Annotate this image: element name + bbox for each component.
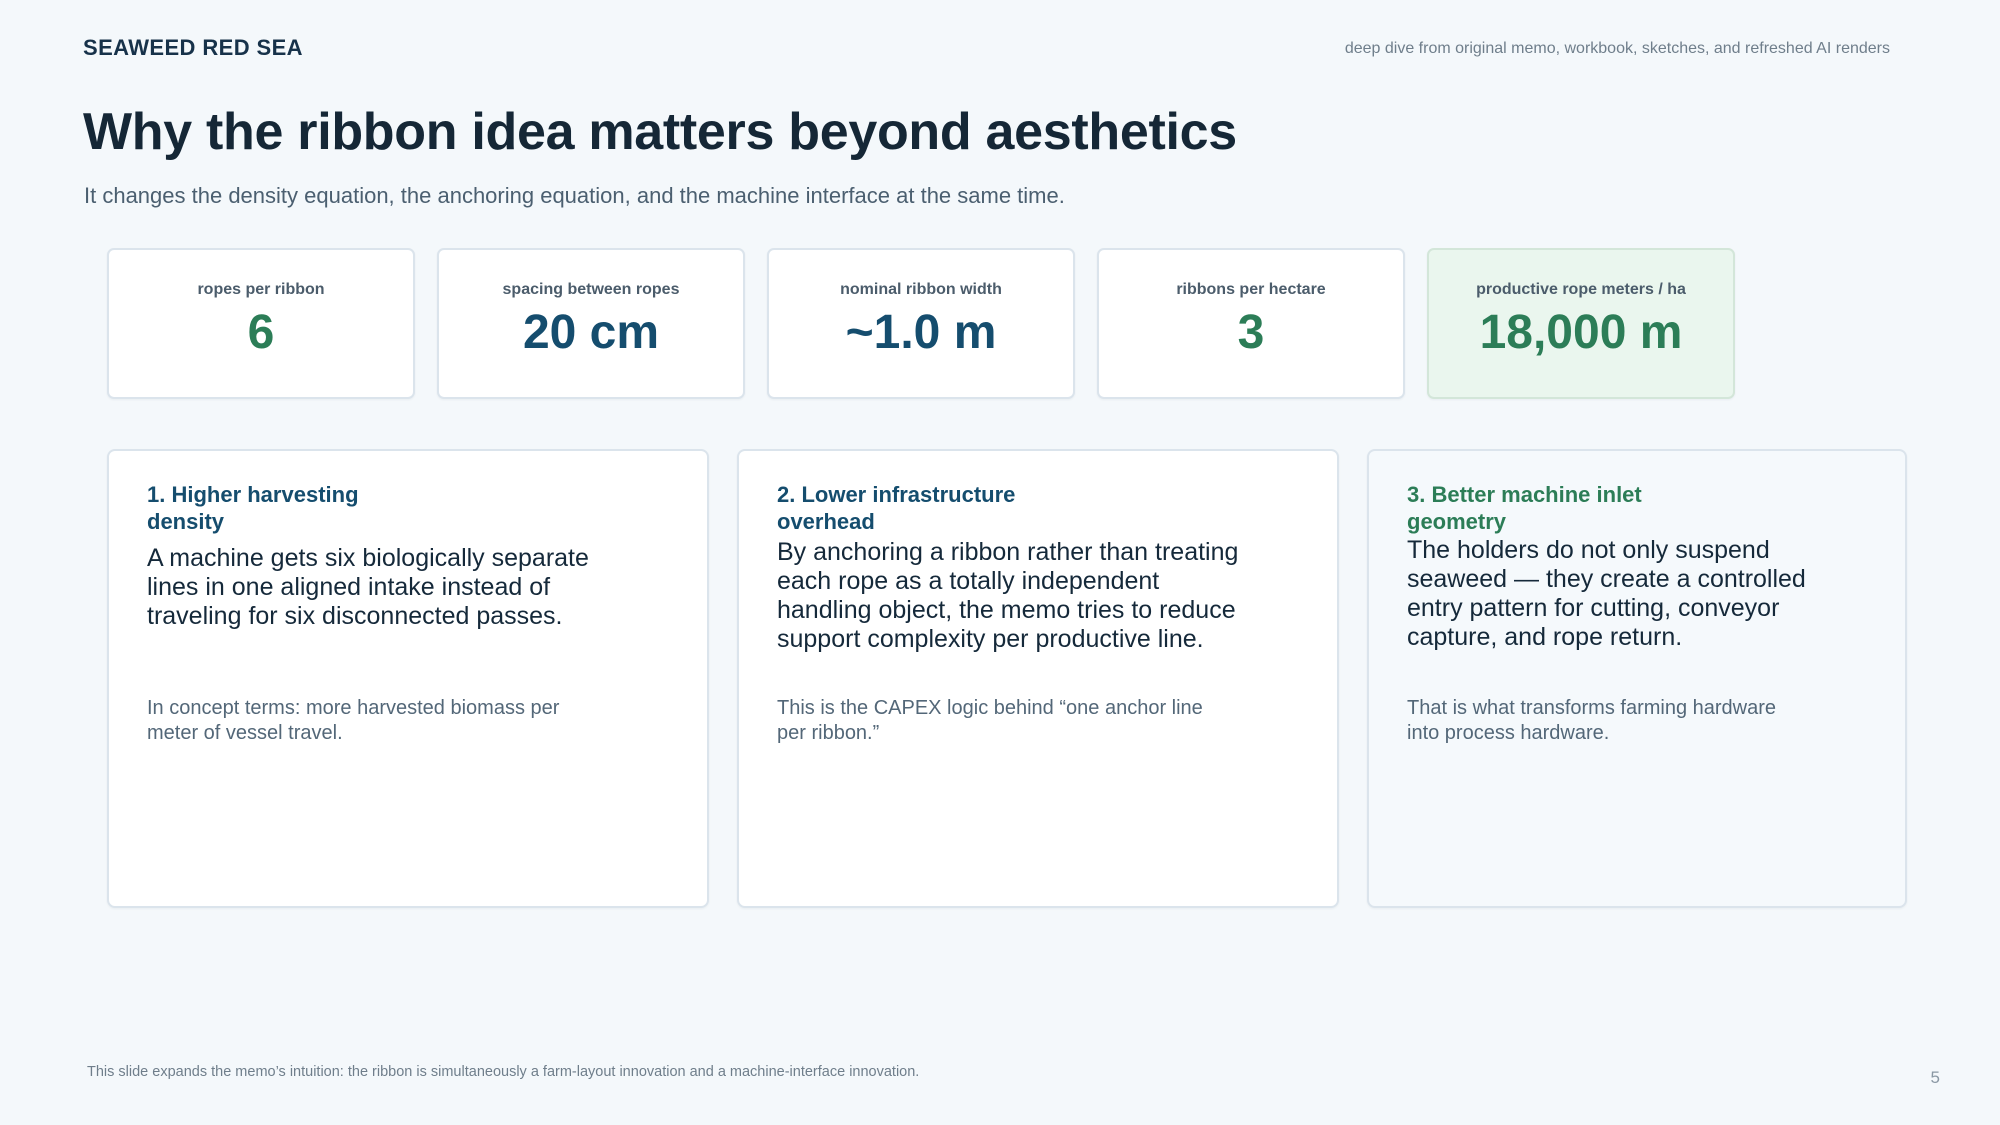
card-body: By anchoring a ribbon rather than treati… bbox=[777, 538, 1239, 653]
stat-value: 6 bbox=[247, 306, 275, 359]
card-note: That is what transforms farming hardware… bbox=[1407, 697, 1777, 744]
stat-label: ropes per ribbon bbox=[197, 281, 325, 298]
stat-card-ropes-per-ribbon: ropes per ribbon 6 bbox=[107, 248, 415, 399]
slide: SEAWEED RED SEA deep dive from original … bbox=[0, 0, 2000, 1125]
page-number: 5 bbox=[1930, 1068, 1940, 1087]
stat-card-rope-spacing: spacing between ropes 20 cm bbox=[437, 248, 745, 399]
stat-label: ribbons per hectare bbox=[1176, 281, 1326, 298]
stat-value: 20 cm bbox=[522, 306, 660, 359]
stat-card-ribbon-width: nominal ribbon width ~1.0 m bbox=[767, 248, 1075, 399]
card-note: This is the CAPEX logic behind “one anch… bbox=[777, 697, 1203, 744]
card-heading: 1. Higher harvesting density bbox=[147, 482, 359, 534]
stat-value: ~1.0 m bbox=[845, 306, 997, 359]
card-heading: 3. Better machine inlet geometry bbox=[1407, 482, 1642, 534]
source-note: deep dive from original memo, workbook, … bbox=[1344, 40, 1890, 57]
stat-card-rope-meters-per-hectare: productive rope meters / ha 18,000 m bbox=[1427, 248, 1735, 399]
stats-row: ropes per ribbon 6 spacing between ropes… bbox=[107, 248, 1735, 399]
page-subtitle: It changes the density equation, the anc… bbox=[84, 183, 1065, 208]
card-note: In concept terms: more harvested biomass… bbox=[147, 697, 560, 744]
card-harvesting-density: 1. Higher harvesting density A machine g… bbox=[107, 449, 709, 908]
stat-card-ribbons-per-hectare: ribbons per hectare 3 bbox=[1097, 248, 1405, 399]
brand-label: SEAWEED RED SEA bbox=[83, 35, 303, 60]
stat-value: 3 bbox=[1237, 306, 1265, 359]
stat-value: 18,000 m bbox=[1479, 306, 1683, 359]
footnote: This slide expands the memo’s intuition:… bbox=[87, 1064, 920, 1080]
stat-label: productive rope meters / ha bbox=[1476, 281, 1686, 298]
card-infrastructure-overhead: 2. Lower infrastructure overhead By anch… bbox=[737, 449, 1339, 908]
card-body: A machine gets six biologically separate… bbox=[147, 544, 589, 630]
reason-cards: 1. Higher harvesting density A machine g… bbox=[107, 449, 1907, 908]
stat-label: nominal ribbon width bbox=[840, 281, 1002, 298]
stat-label: spacing between ropes bbox=[502, 281, 680, 298]
card-body: The holders do not only suspend seaweed … bbox=[1407, 536, 1806, 651]
card-heading: 2. Lower infrastructure overhead bbox=[777, 482, 1016, 534]
page-title: Why the ribbon idea matters beyond aesth… bbox=[83, 103, 1237, 161]
card-machine-inlet-geometry: 3. Better machine inlet geometry The hol… bbox=[1367, 449, 1907, 908]
